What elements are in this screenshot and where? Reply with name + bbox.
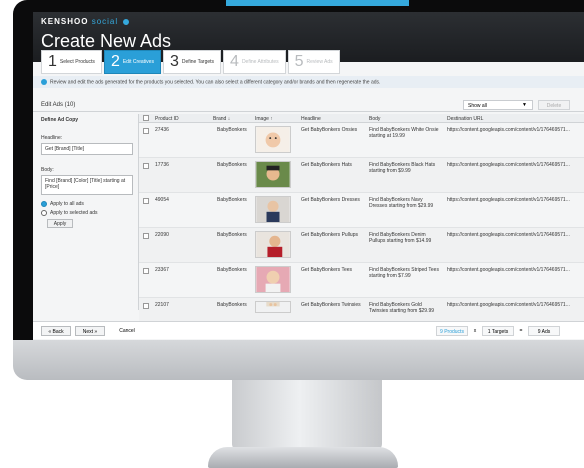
row-checkbox[interactable]: [143, 198, 149, 204]
info-banner: Review and edit the ads generated for th…: [33, 76, 584, 88]
table-row[interactable]: 27436 BabyBonkers Get BabyBonkers Onsies…: [139, 123, 584, 158]
table-header: Product ID Brand ↓ Image ↑ Headline Body…: [139, 114, 584, 123]
select-all-checkbox[interactable]: [143, 115, 149, 121]
back-button[interactable]: « Back: [41, 326, 71, 336]
row-checkbox[interactable]: [143, 128, 149, 134]
cancel-button[interactable]: Cancel: [111, 326, 143, 336]
col-product-id[interactable]: Product ID: [155, 116, 179, 122]
apply-button[interactable]: Apply: [47, 219, 73, 228]
monitor-stand-base: [208, 447, 398, 468]
table-row[interactable]: 17736 BabyBonkers Get BabyBonkers Hats F…: [139, 158, 584, 193]
table-row[interactable]: 23367 BabyBonkers Get BabyBonkers Tees F…: [139, 263, 584, 298]
accent-stripe: [226, 0, 409, 6]
show-all-dropdown[interactable]: Show all ▼: [463, 100, 533, 110]
info-icon: [41, 79, 47, 85]
ad-copy-panel: Define Ad Copy Headline: Get [Brand] [Ti…: [41, 114, 133, 310]
delete-button[interactable]: Delete: [538, 100, 570, 110]
headline-label: Headline:: [41, 135, 63, 141]
apply-selected-option[interactable]: Apply to selected ads: [41, 210, 133, 216]
step-define-attributes: 4 Define Attributes: [223, 50, 286, 74]
products-count: 9 Products: [436, 326, 468, 336]
targets-count: 1 Targets: [482, 326, 514, 336]
col-brand[interactable]: Brand ↓: [213, 116, 230, 122]
step-review-ads: 5 Review Ads: [287, 50, 340, 74]
col-headline[interactable]: Headline: [301, 116, 321, 122]
brand-dot-icon: [123, 18, 130, 25]
body-label: Body:: [41, 167, 54, 173]
col-destination-url[interactable]: Destination URL: [447, 116, 483, 122]
chevron-down-icon: ▼: [522, 102, 527, 108]
product-image: [255, 161, 291, 188]
radio-icon[interactable]: [41, 210, 47, 216]
product-image: [255, 126, 291, 153]
table-row[interactable]: 49054 BabyBonkers Get BabyBonkers Dresse…: [139, 193, 584, 228]
product-image: [255, 196, 291, 223]
col-body[interactable]: Body: [369, 116, 380, 122]
row-checkbox[interactable]: [143, 303, 149, 309]
wizard-steps: 1 Select Products 2 Edit Creatives 3 Define…: [41, 50, 340, 74]
monitor-chin: [13, 340, 584, 380]
apply-all-option[interactable]: Apply to all ads: [41, 201, 133, 207]
radio-selected-icon[interactable]: [41, 201, 47, 207]
product-image: [255, 266, 291, 293]
headline-input[interactable]: Get [Brand] [Title]: [41, 143, 133, 155]
app-screen: KENSHOO social Create New Ads 1 Select Pr…: [33, 12, 584, 340]
product-image: [255, 231, 291, 258]
step-edit-creatives[interactable]: 2 Edit Creatives: [103, 50, 161, 74]
table-row[interactable]: 22090 BabyBonkers Get BabyBonkers Pullup…: [139, 228, 584, 263]
col-image[interactable]: Image ↑: [255, 116, 273, 122]
step-define-targets[interactable]: 3 Define Targets: [162, 50, 222, 74]
ads-count: 9 Ads: [528, 326, 560, 336]
step-select-products[interactable]: 1 Select Products: [41, 50, 102, 74]
multiply-sign: x: [473, 328, 477, 334]
page-title: Create New Ads: [41, 31, 172, 51]
row-checkbox[interactable]: [143, 268, 149, 274]
row-checkbox[interactable]: [143, 233, 149, 239]
equals-sign: =: [519, 328, 523, 334]
edit-ads-title: Edit Ads (10): [41, 102, 76, 108]
monitor-bezel: KENSHOO social Create New Ads 1 Select Pr…: [13, 0, 584, 366]
monitor-stand: [232, 380, 382, 450]
ads-table: Product ID Brand ↓ Image ↑ Headline Body…: [138, 114, 584, 333]
brand-logo: KENSHOO social: [41, 17, 130, 26]
row-checkbox[interactable]: [143, 163, 149, 169]
body-textarea[interactable]: Find [Brand] [Color] [Title] starting at…: [41, 175, 133, 195]
ad-copy-heading: Define Ad Copy: [41, 117, 79, 123]
wizard-footer: « Back Next » Cancel 9 Products x 1 Targ…: [33, 321, 584, 339]
product-image: [255, 301, 291, 313]
next-button[interactable]: Next »: [75, 326, 105, 336]
